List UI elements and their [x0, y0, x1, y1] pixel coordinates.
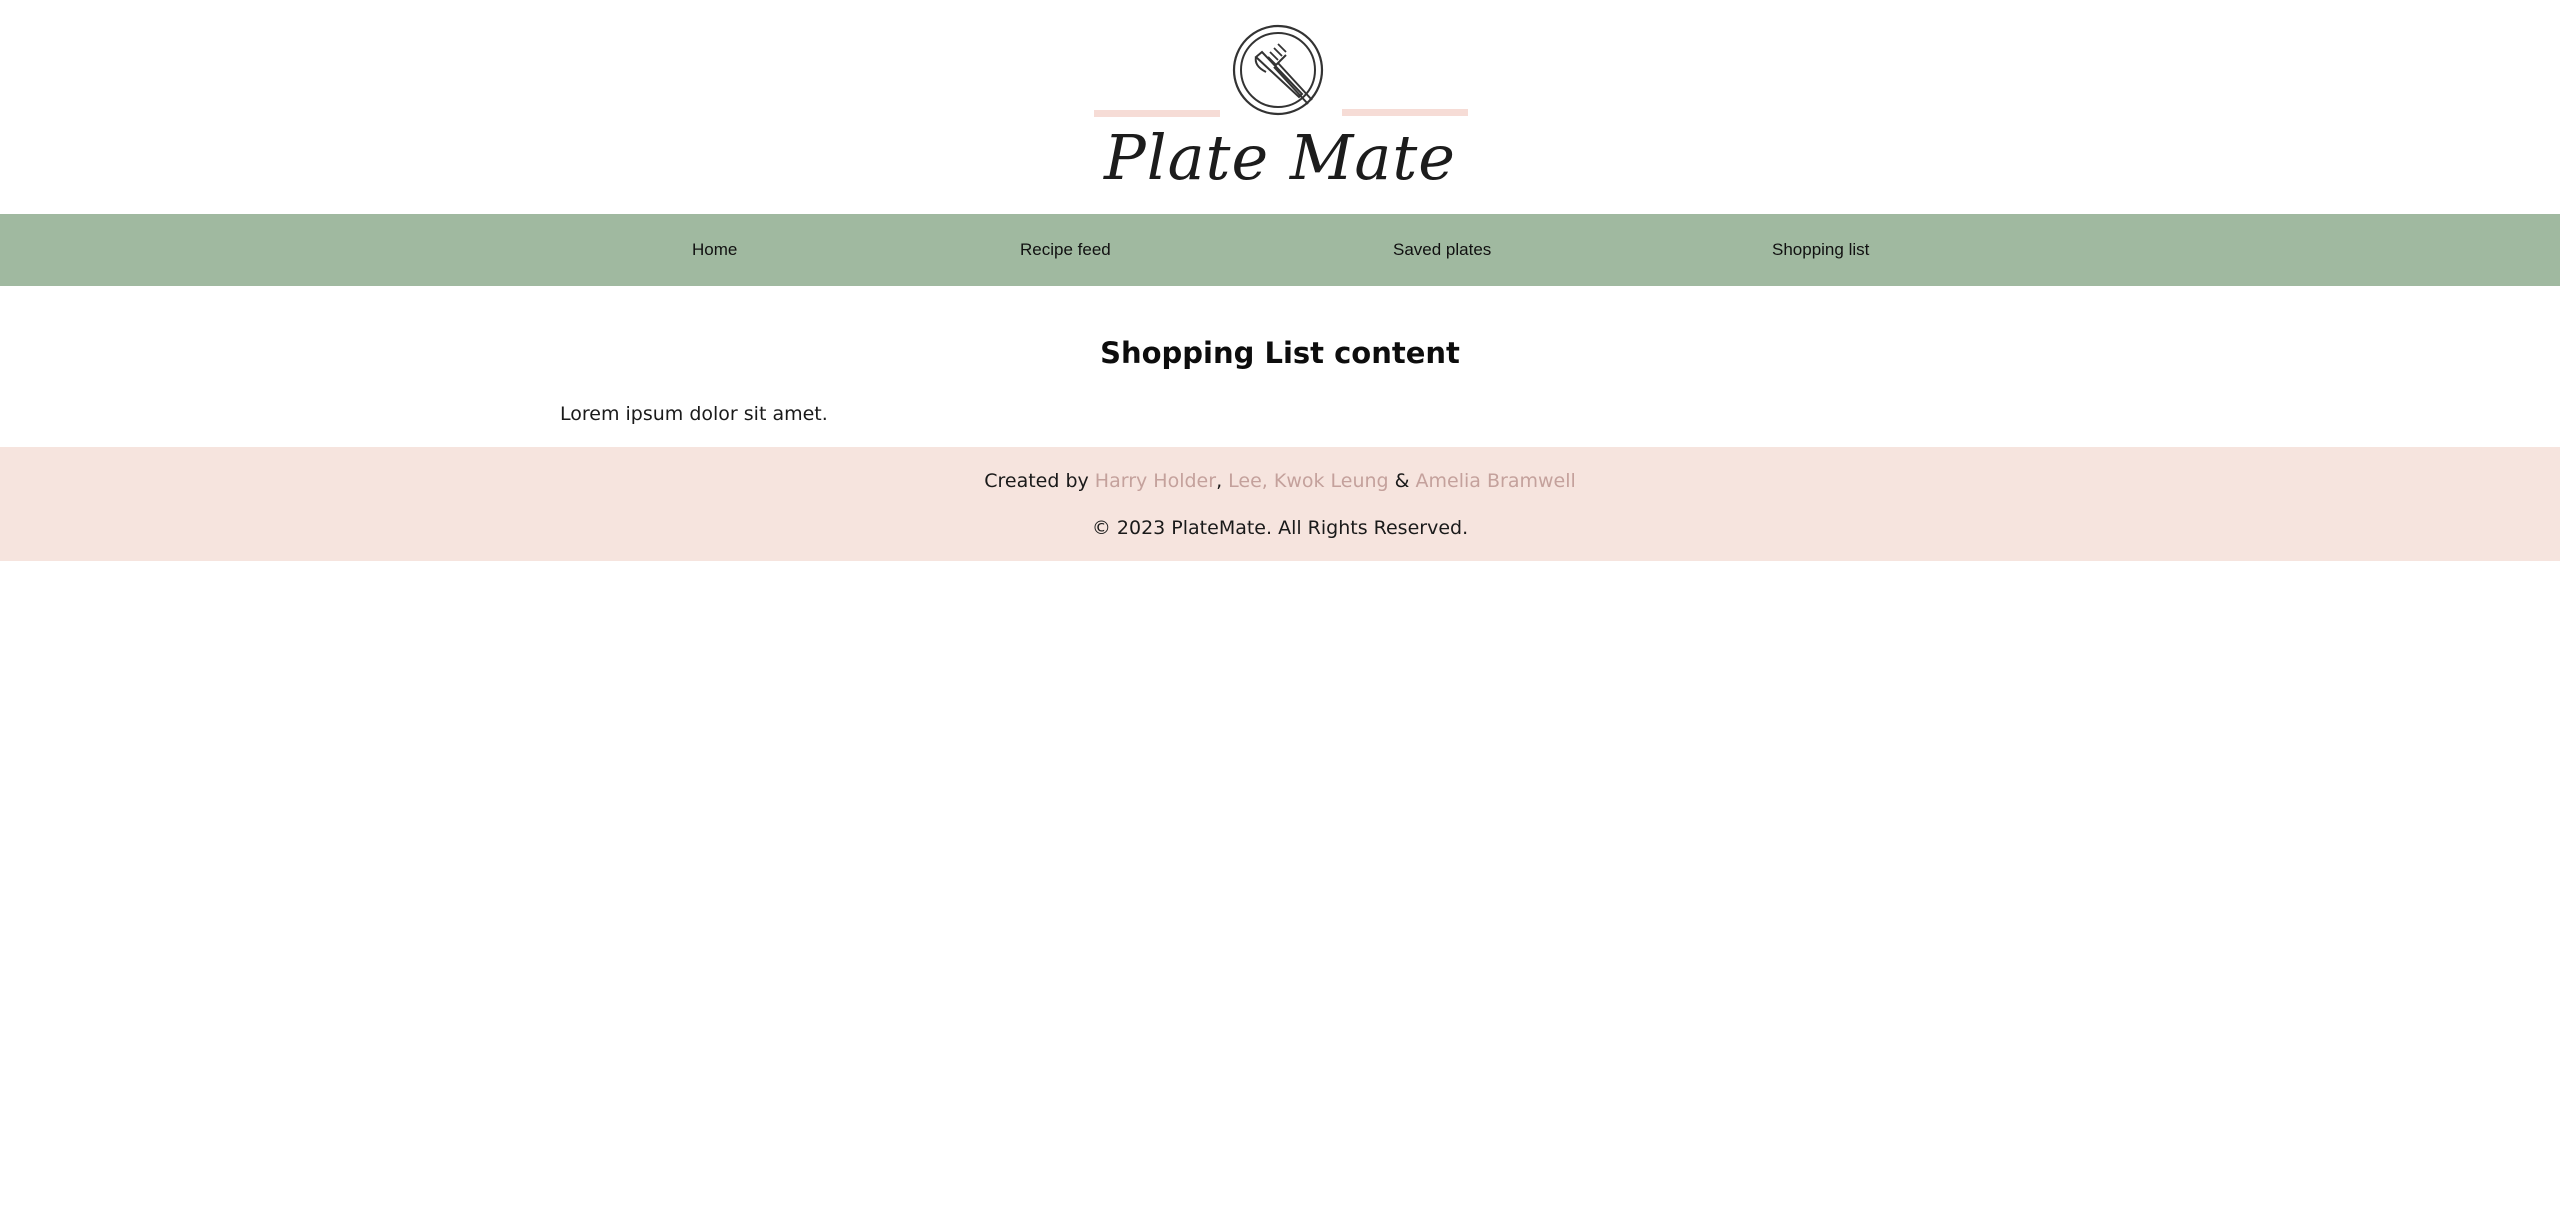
copyright-text: © 2023 PlateMate. All Rights Reserved. [1091, 517, 1469, 539]
author-link-lee-kwok-leung[interactable]: Lee, Kwok Leung [1228, 470, 1388, 492]
author-separator: & [1388, 470, 1416, 492]
credits-line: Created by Harry Holder, Lee, Kwok Leung… [0, 470, 2560, 492]
nav-item-recipe-feed[interactable]: Recipe feed [1020, 214, 1111, 286]
logo-right-bar [1342, 109, 1468, 116]
site-header: Plate Mate [0, 0, 2560, 214]
main-nav: Home Recipe feed Saved plates Shopping l… [0, 214, 2560, 286]
nav-item-shopping-list[interactable]: Shopping list [1772, 214, 1869, 286]
site-footer: Created by Harry Holder, Lee, Kwok Leung… [0, 447, 2560, 561]
author-separator: , [1216, 470, 1229, 492]
author-link-harry-holder[interactable]: Harry Holder [1095, 470, 1216, 492]
logo-left-bar [1094, 110, 1220, 117]
nav-item-saved-plates[interactable]: Saved plates [1393, 214, 1491, 286]
author-link-amelia-bramwell[interactable]: Amelia Bramwell [1416, 470, 1576, 492]
site-logo[interactable]: Plate Mate [1090, 22, 1470, 202]
nav-item-home[interactable]: Home [692, 214, 737, 286]
page-body-text: Lorem ipsum dolor sit amet. [560, 403, 828, 425]
plate-fork-knife-icon [1094, 24, 1468, 117]
brand-name: Plate Mate [1104, 121, 1456, 194]
page-title: Shopping List content [1100, 336, 1460, 370]
credits-prefix: Created by [984, 470, 1095, 492]
